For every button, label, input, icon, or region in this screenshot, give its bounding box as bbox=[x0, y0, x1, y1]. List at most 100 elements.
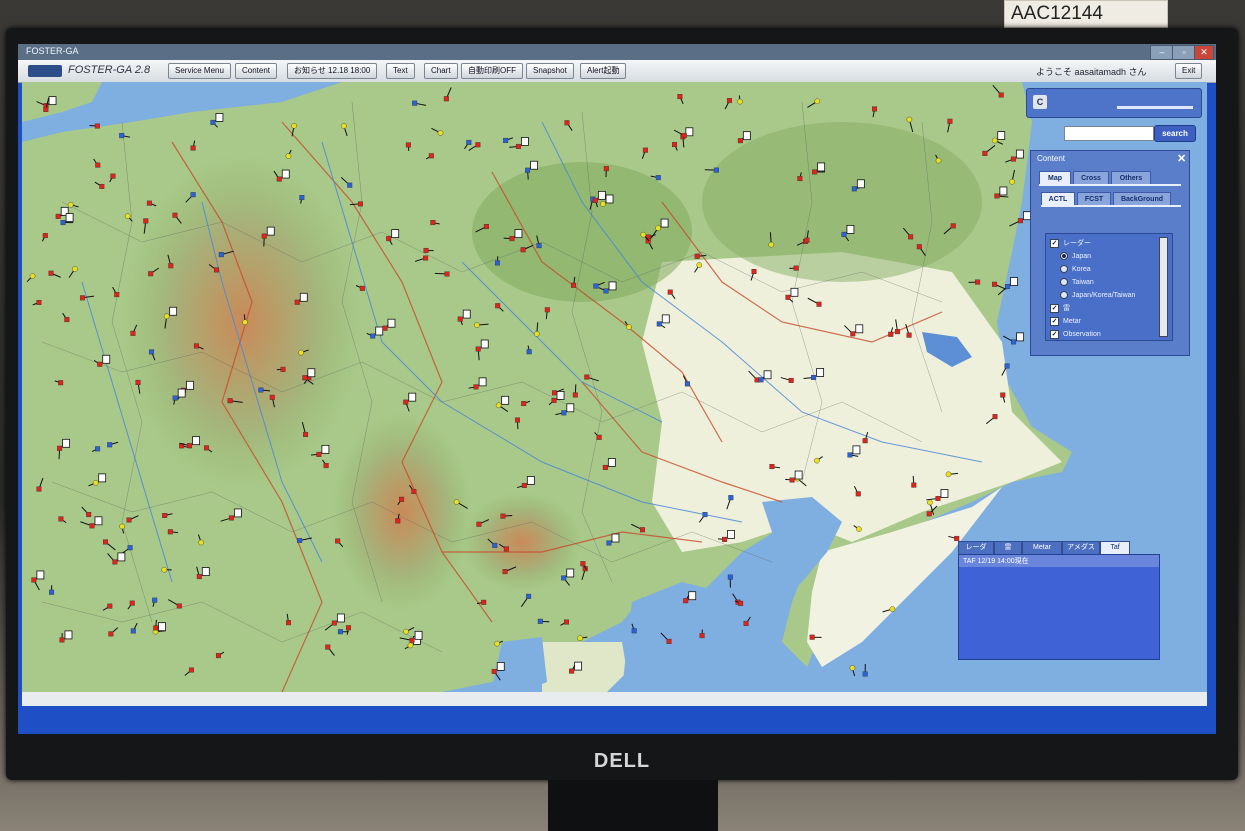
station-marker-icon[interactable] bbox=[386, 236, 392, 242]
station-marker-icon[interactable] bbox=[196, 574, 202, 580]
station-marker-icon[interactable] bbox=[699, 633, 705, 639]
station-marker-icon[interactable] bbox=[331, 620, 337, 626]
metar-flag-icon[interactable] bbox=[48, 96, 57, 106]
metar-flag-icon[interactable] bbox=[321, 444, 330, 454]
metar-flag-icon[interactable] bbox=[375, 326, 384, 336]
station-marker-icon[interactable] bbox=[758, 377, 764, 383]
layer-radar-japan[interactable]: Japan bbox=[1050, 251, 1091, 262]
station-marker-icon[interactable] bbox=[684, 381, 690, 387]
metar-flag-icon[interactable] bbox=[387, 318, 396, 328]
slider-c-button[interactable]: C bbox=[1033, 95, 1047, 109]
metar-flag-icon[interactable] bbox=[794, 470, 803, 480]
station-marker-icon[interactable] bbox=[370, 333, 376, 339]
station-marker-icon[interactable] bbox=[163, 313, 170, 320]
station-marker-icon[interactable] bbox=[172, 212, 178, 218]
alert-button[interactable]: Alert起動 bbox=[580, 63, 627, 79]
station-marker-icon[interactable] bbox=[325, 644, 331, 650]
station-marker-icon[interactable] bbox=[395, 518, 401, 524]
station-marker-icon[interactable] bbox=[341, 123, 347, 129]
station-marker-icon[interactable] bbox=[526, 593, 532, 599]
station-marker-icon[interactable] bbox=[457, 316, 463, 322]
station-marker-icon[interactable] bbox=[571, 282, 577, 288]
station-marker-icon[interactable] bbox=[94, 123, 100, 129]
metar-flag-icon[interactable] bbox=[478, 377, 487, 387]
metar-flag-icon[interactable] bbox=[605, 194, 614, 204]
station-marker-icon[interactable] bbox=[1010, 156, 1016, 162]
radio-on-icon[interactable] bbox=[1060, 252, 1068, 261]
station-marker-icon[interactable] bbox=[276, 176, 282, 182]
station-marker-icon[interactable] bbox=[261, 233, 267, 239]
station-marker-icon[interactable] bbox=[483, 224, 489, 230]
metar-flag-icon[interactable] bbox=[480, 339, 489, 349]
station-marker-icon[interactable] bbox=[167, 529, 173, 535]
station-marker-icon[interactable] bbox=[48, 270, 54, 276]
minimize-button[interactable]: – bbox=[1150, 45, 1174, 60]
metar-flag-icon[interactable] bbox=[608, 281, 617, 291]
station-marker-icon[interactable] bbox=[894, 329, 900, 335]
station-marker-icon[interactable] bbox=[399, 496, 405, 502]
station-marker-icon[interactable] bbox=[849, 665, 856, 671]
station-marker-icon[interactable] bbox=[86, 512, 92, 518]
metar-flag-icon[interactable] bbox=[98, 473, 107, 483]
station-marker-icon[interactable] bbox=[92, 480, 99, 486]
station-marker-icon[interactable] bbox=[743, 620, 749, 626]
station-marker-icon[interactable] bbox=[855, 491, 861, 497]
station-marker-icon[interactable] bbox=[998, 92, 1004, 98]
station-marker-icon[interactable] bbox=[722, 536, 728, 542]
checkbox-icon[interactable]: ✓ bbox=[1050, 316, 1059, 326]
station-marker-icon[interactable] bbox=[130, 628, 136, 634]
station-marker-icon[interactable] bbox=[666, 638, 672, 644]
station-marker-icon[interactable] bbox=[738, 600, 744, 606]
content-button[interactable]: Content bbox=[235, 63, 278, 79]
station-marker-icon[interactable] bbox=[403, 399, 409, 405]
text-button[interactable]: Text bbox=[386, 63, 415, 79]
station-marker-icon[interactable] bbox=[112, 559, 118, 565]
station-marker-icon[interactable] bbox=[210, 119, 216, 125]
station-marker-icon[interactable] bbox=[423, 255, 429, 261]
station-marker-icon[interactable] bbox=[580, 561, 586, 567]
station-marker-icon[interactable] bbox=[89, 523, 95, 529]
metar-flag-icon[interactable] bbox=[940, 489, 949, 498]
station-marker-icon[interactable] bbox=[702, 512, 708, 518]
station-marker-icon[interactable] bbox=[789, 477, 795, 483]
station-marker-icon[interactable] bbox=[681, 133, 687, 139]
station-marker-icon[interactable] bbox=[814, 457, 820, 464]
metar-flag-icon[interactable] bbox=[192, 436, 200, 446]
station-marker-icon[interactable] bbox=[57, 445, 63, 451]
layer-radar-taiwan[interactable]: Taiwan bbox=[1050, 277, 1094, 288]
station-marker-icon[interactable] bbox=[751, 269, 757, 275]
metar-flag-icon[interactable] bbox=[215, 113, 224, 122]
station-marker-icon[interactable] bbox=[906, 116, 913, 123]
station-marker-icon[interactable] bbox=[203, 445, 209, 451]
info-tab-amedas[interactable]: アメダス bbox=[1062, 541, 1100, 555]
metar-flag-icon[interactable] bbox=[64, 630, 73, 640]
station-marker-icon[interactable] bbox=[1004, 363, 1010, 369]
station-marker-icon[interactable] bbox=[908, 234, 914, 240]
station-marker-icon[interactable] bbox=[526, 349, 532, 355]
metar-flag-icon[interactable] bbox=[158, 622, 166, 632]
station-marker-icon[interactable] bbox=[335, 538, 341, 544]
station-marker-icon[interactable] bbox=[108, 631, 114, 637]
checkbox-icon[interactable]: ✓ bbox=[1050, 303, 1059, 313]
station-marker-icon[interactable] bbox=[768, 241, 775, 248]
layer-radar-korea[interactable]: Korea bbox=[1050, 264, 1091, 275]
station-marker-icon[interactable] bbox=[107, 603, 113, 609]
station-marker-icon[interactable] bbox=[190, 145, 196, 151]
station-marker-icon[interactable] bbox=[97, 361, 103, 367]
search-button[interactable]: search bbox=[1154, 125, 1196, 142]
station-marker-icon[interactable] bbox=[862, 671, 868, 677]
slider-track[interactable] bbox=[1117, 106, 1193, 109]
metar-flag-icon[interactable] bbox=[526, 476, 535, 485]
station-marker-icon[interactable] bbox=[444, 271, 450, 277]
station-marker-icon[interactable] bbox=[323, 463, 329, 469]
station-marker-icon[interactable] bbox=[474, 322, 480, 328]
radio-off-icon[interactable] bbox=[1060, 278, 1068, 287]
station-marker-icon[interactable] bbox=[152, 597, 158, 603]
metar-flag-icon[interactable] bbox=[611, 533, 620, 543]
station-marker-icon[interactable] bbox=[850, 331, 856, 337]
metar-flag-icon[interactable] bbox=[1016, 332, 1025, 342]
station-marker-icon[interactable] bbox=[228, 515, 234, 521]
snapshot-button[interactable]: Snapshot bbox=[526, 63, 574, 79]
metar-flag-icon[interactable] bbox=[556, 391, 565, 400]
maximize-button[interactable]: ▫ bbox=[1172, 45, 1196, 60]
